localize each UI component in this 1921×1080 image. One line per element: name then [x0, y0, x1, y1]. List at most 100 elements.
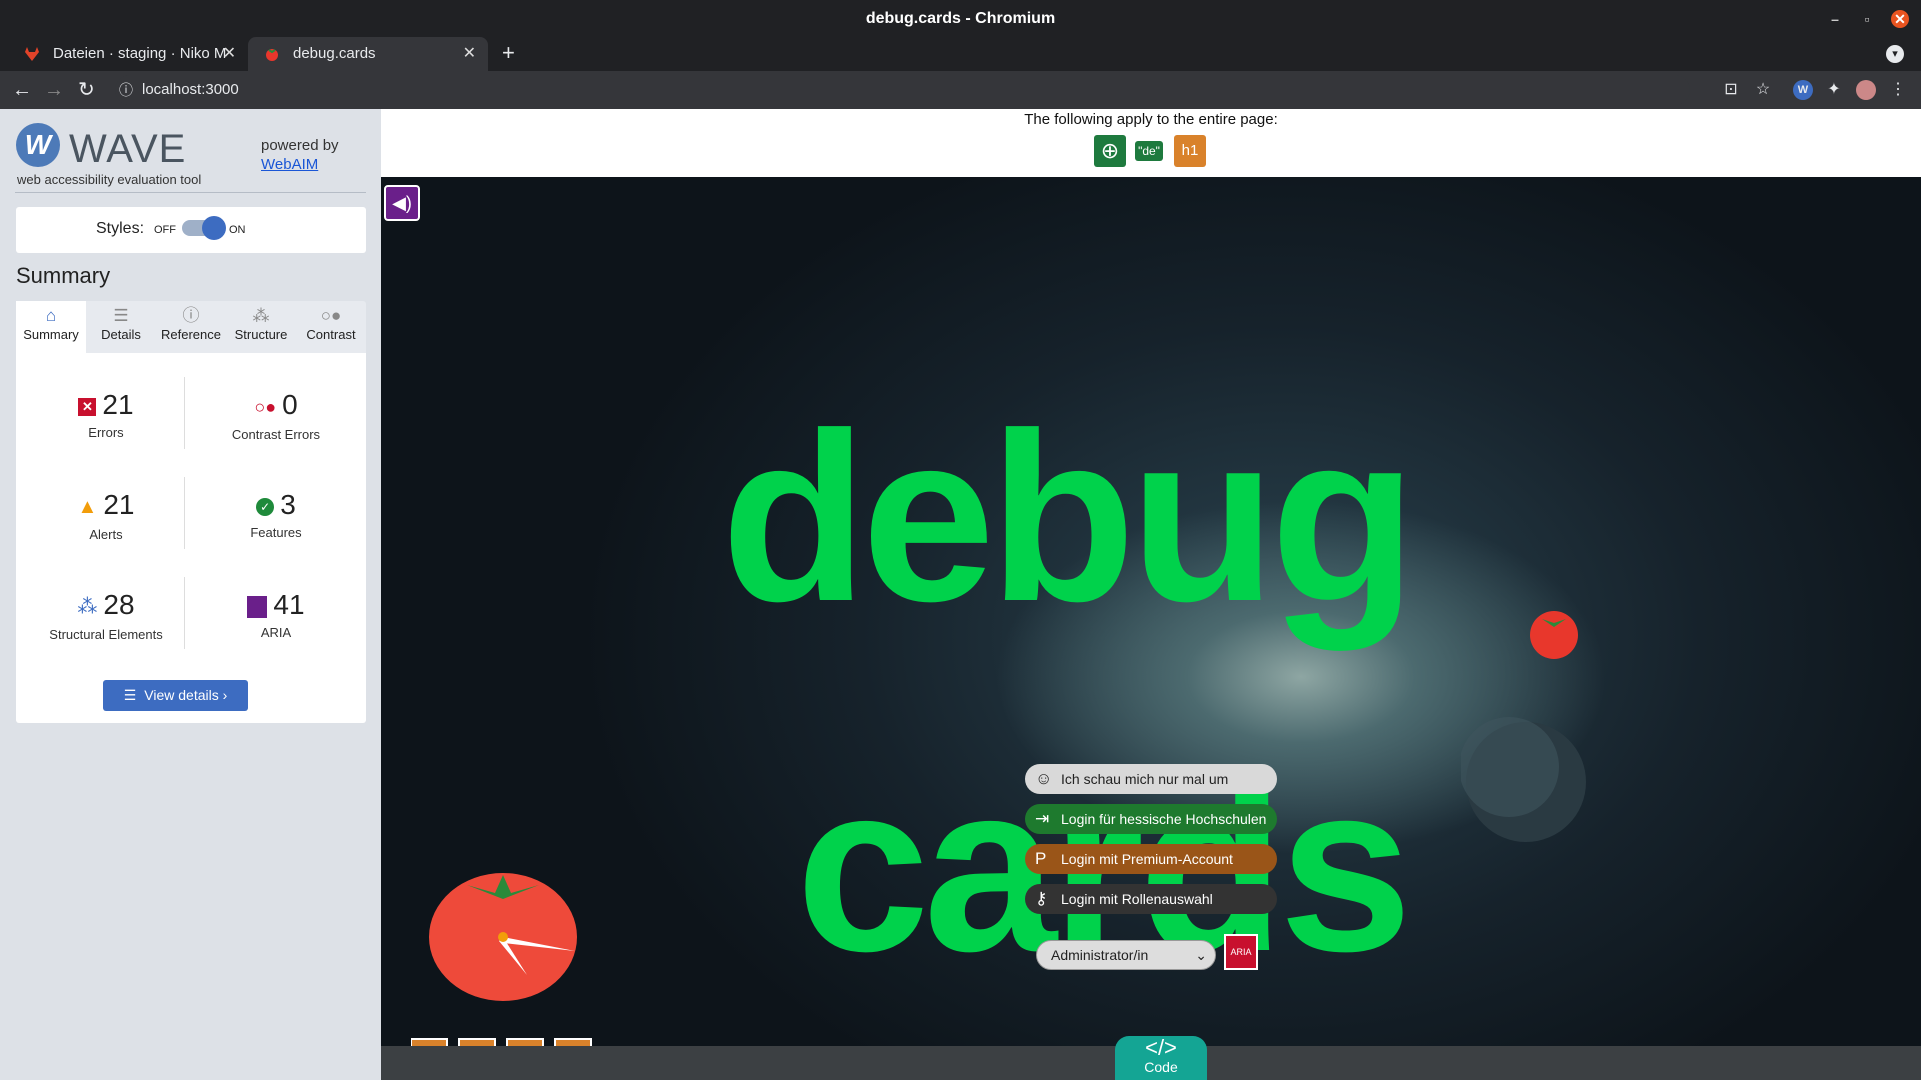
structure-icon: ⁂ — [252, 306, 270, 325]
toggle-knob — [202, 216, 226, 240]
tab-gitlab[interactable]: Dateien · staging · Niko M ✕ — [8, 37, 248, 71]
styles-off-label: OFF — [154, 224, 176, 236]
aria-label: ARIA — [260, 625, 292, 640]
paypal-icon: P — [1035, 849, 1047, 868]
tab-structure-label: Structure — [234, 327, 288, 342]
page-wide-icons-bar: The following apply to the entire page: … — [381, 109, 1921, 177]
wave-extension-icon[interactable]: W — [1793, 80, 1813, 100]
bookmark-star-icon[interactable]: ☆ — [1753, 80, 1773, 100]
address-bar[interactable]: ⓘ localhost:3000 — [115, 75, 1690, 105]
divider — [15, 192, 366, 193]
tab-details-label: Details — [101, 327, 141, 342]
window-titlebar: debug.cards - Chromium – ▫ ✕ — [0, 0, 1921, 37]
tab-structure[interactable]: ⁂ Structure — [226, 301, 296, 353]
tab-summary[interactable]: ⌂ Summary — [16, 301, 86, 353]
hero-word-debug: debug — [721, 383, 1417, 651]
stat-errors[interactable]: ✕ 21 Errors — [26, 389, 186, 440]
code-icon: </> — [1145, 1035, 1177, 1060]
smiley-icon: ☺ — [1035, 769, 1053, 788]
features-count: 3 — [280, 489, 296, 520]
profile-avatar-icon[interactable] — [1856, 80, 1876, 100]
styles-on-label: ON — [229, 224, 246, 236]
tab-contrast-label: Contrast — [306, 327, 356, 342]
tab-strip: Dateien · staging · Niko M ✕ debug.cards… — [0, 37, 1921, 71]
forward-icon[interactable]: → — [44, 78, 64, 102]
alerts-label: Alerts — [89, 526, 123, 542]
wave-sidebar: W WAVE web accessibility evaluation tool… — [0, 109, 381, 1080]
tomato-favicon-icon — [266, 49, 278, 61]
login-hessen-label: Login für hessische Hochschulen — [1061, 811, 1267, 827]
page-content: The following apply to the entire page: … — [381, 109, 1921, 1080]
aria-badge-icon[interactable]: ARIA — [1224, 934, 1258, 970]
alerts-count: 21 — [103, 489, 135, 520]
login-premium-button[interactable]: P Login mit Premium-Account — [1025, 844, 1277, 874]
key-icon: ⚷ — [1035, 889, 1048, 908]
home-icon: ⌂ — [45, 306, 57, 325]
restore-icon[interactable]: ▫ — [1858, 10, 1876, 28]
wave-title: WAVE — [69, 127, 187, 171]
view-details-button[interactable]: ☰ View details › — [103, 680, 248, 711]
space-background: ◀) debug cards ☺Ich schau mich nur mal u… — [381, 177, 1921, 1080]
wave-tabbar: ⌂ Summary ☰ Details ⓘ Reference ⁂ Structure … — [16, 301, 366, 353]
extensions-puzzle-icon[interactable]: ✦ — [1824, 80, 1844, 100]
planet-icon — [1461, 717, 1586, 842]
alert-icon: ▲ — [77, 495, 98, 518]
h1-alert-badge[interactable]: h1 — [1174, 135, 1206, 167]
tab-details[interactable]: ☰ Details — [86, 301, 156, 353]
styles-label: Styles: — [96, 220, 145, 237]
webaim-link[interactable]: WebAIM — [261, 156, 318, 173]
tab-gitlab-label: Dateien · staging · Niko M — [53, 45, 227, 62]
tab-reference[interactable]: ⓘ Reference — [156, 301, 226, 353]
browse-button[interactable]: ☺ Ich schau mich nur mal um — [1025, 764, 1277, 794]
powered-by-text: powered by — [261, 137, 339, 154]
login-role-button[interactable]: ⚷ Login mit Rollenauswahl — [1025, 884, 1277, 914]
contrast-icon: ○● — [320, 306, 342, 325]
tab-close-icon[interactable]: ✕ — [223, 37, 236, 71]
chevron-down-icon: ⌄ — [1195, 947, 1207, 963]
stat-aria[interactable]: 41 ARIA — [196, 589, 356, 640]
install-icon[interactable]: ⊡ — [1721, 80, 1741, 100]
new-tab-icon[interactable]: + — [502, 40, 515, 66]
close-window-icon[interactable]: ✕ — [1891, 10, 1909, 28]
address-text: localhost:3000 — [142, 81, 239, 98]
feature-icon: ✓ — [256, 497, 275, 516]
role-select[interactable]: Administrator/in ⌄ — [1036, 940, 1216, 970]
tab-debug-cards-label: debug.cards — [293, 45, 376, 62]
summary-heading: Summary — [16, 263, 111, 288]
list-icon: ☰ — [123, 687, 137, 703]
tab-contrast[interactable]: ○● Contrast — [296, 301, 366, 353]
aria-count: 41 — [273, 589, 305, 620]
tab-close-icon[interactable]: ✕ — [463, 37, 476, 71]
aria-live-megaphone-icon[interactable]: ◀) — [384, 185, 420, 221]
stat-alerts[interactable]: ▲ 21 Alerts — [26, 489, 186, 542]
login-hessen-button[interactable]: ⇥ Login für hessische Hochschulen — [1025, 804, 1277, 834]
back-icon[interactable]: ← — [12, 78, 32, 102]
code-button[interactable]: </> Code — [1115, 1036, 1207, 1080]
site-info-icon[interactable]: ⓘ — [119, 75, 133, 105]
code-button-label: Code — [1144, 1059, 1178, 1075]
structure-icon: ⁂ — [77, 595, 98, 618]
styles-toggle-card: Styles: OFF ON — [16, 207, 366, 253]
reload-icon[interactable]: ↻ — [78, 78, 95, 102]
language-globe-icon[interactable]: ⊕ — [1094, 135, 1126, 167]
stat-features[interactable]: ✓ 3 Features — [196, 489, 356, 540]
browse-button-label: Ich schau mich nur mal um — [1061, 771, 1229, 787]
stat-contrast-errors[interactable]: ○● 0 Contrast Errors — [196, 389, 356, 442]
wave-subtitle: web accessibility evaluation tool — [17, 172, 202, 187]
stat-structural[interactable]: ⁂ 28 Structural Elements — [26, 589, 186, 642]
structural-label: Structural Elements — [49, 626, 163, 642]
lang-badge[interactable]: "de" — [1135, 141, 1163, 161]
contrast-errors-count: 0 — [282, 389, 298, 420]
minimize-icon[interactable]: – — [1826, 10, 1844, 28]
view-details-label: View details › — [144, 687, 228, 703]
role-select-value: Administrator/in — [1051, 947, 1149, 963]
tab-debug-cards[interactable]: debug.cards ✕ — [248, 37, 488, 71]
tab-search-icon[interactable]: ▾ — [1886, 45, 1904, 63]
info-icon: ⓘ — [182, 306, 200, 325]
menu-dots-icon[interactable]: ⋮ — [1888, 80, 1908, 100]
styles-toggle[interactable] — [182, 216, 226, 240]
summary-card: ✕ 21 Errors ○● 0 Contrast Errors ▲ 21 Alert… — [16, 353, 366, 723]
login-role-label: Login mit Rollenauswahl — [1061, 891, 1213, 907]
errors-count: 21 — [102, 389, 134, 420]
tab-reference-label: Reference — [161, 327, 221, 342]
